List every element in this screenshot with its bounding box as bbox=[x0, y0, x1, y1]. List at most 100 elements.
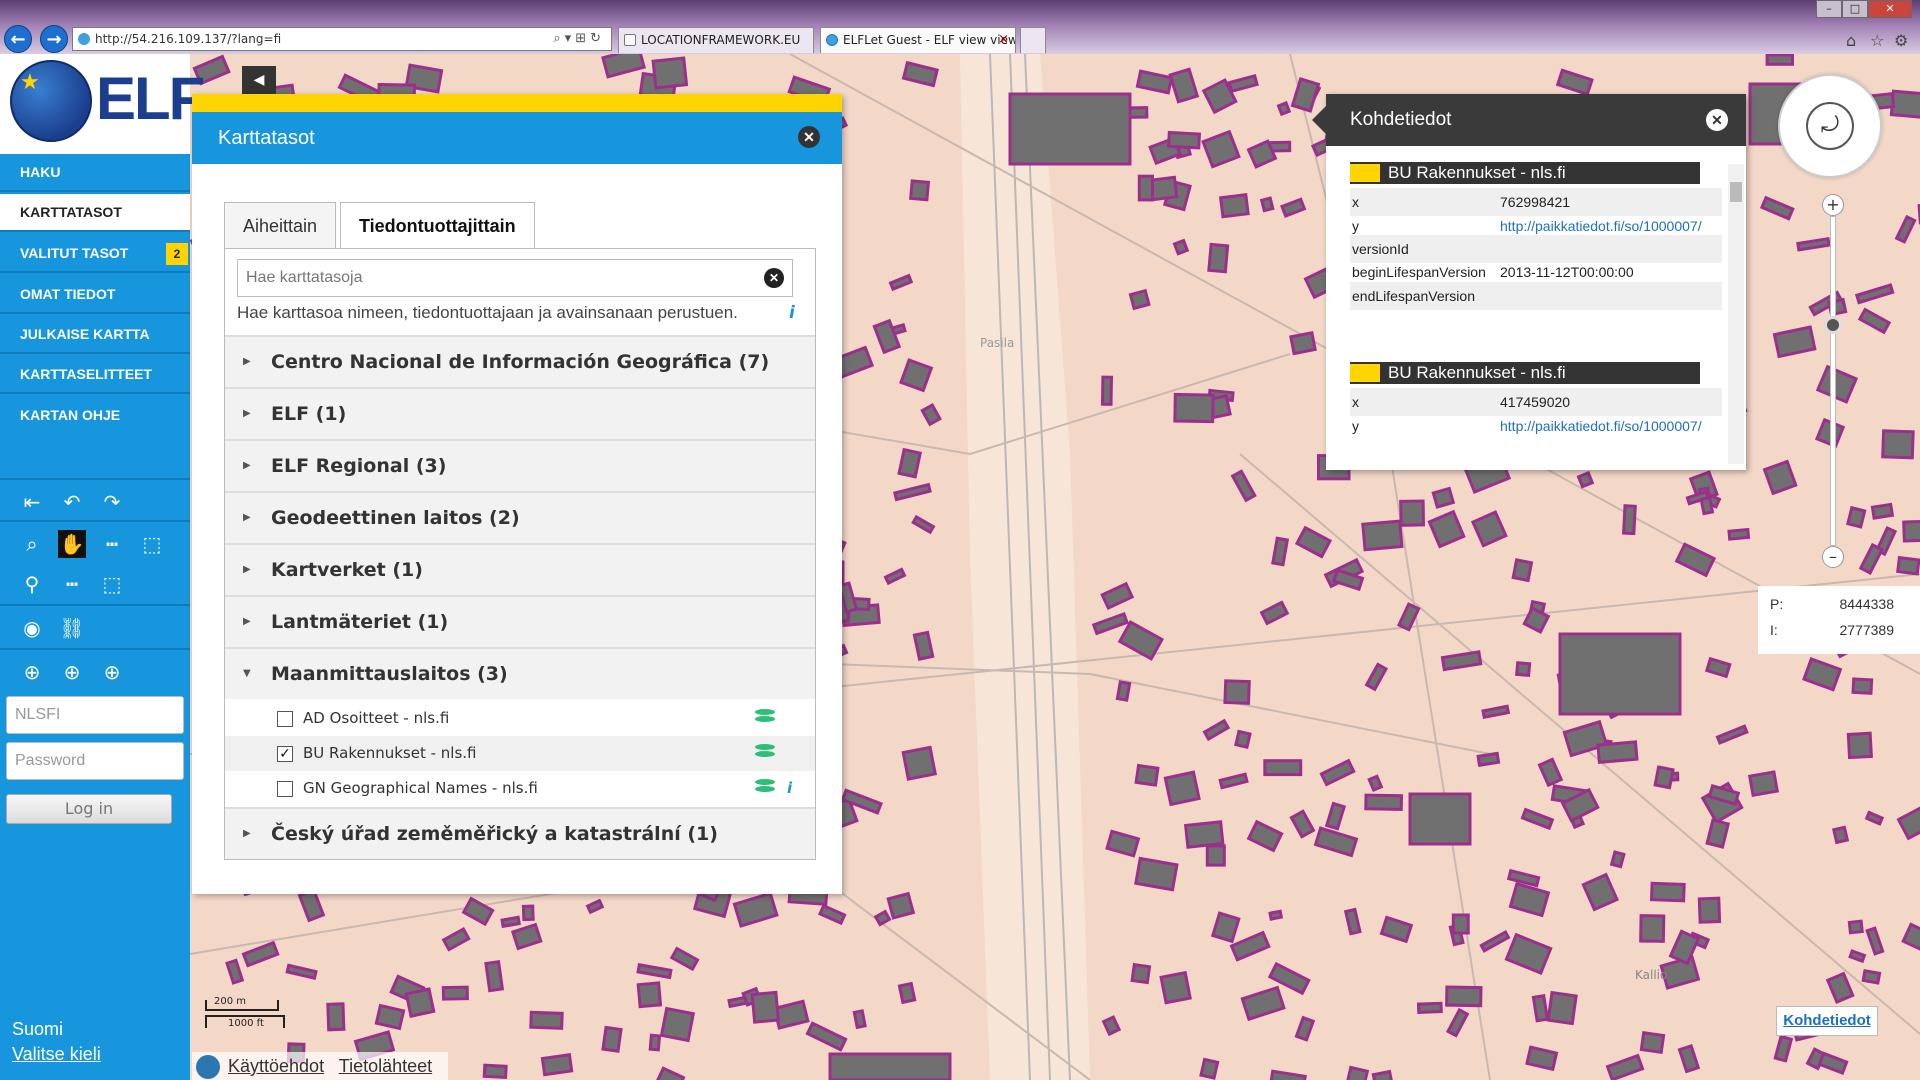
building bbox=[1364, 793, 1404, 811]
building bbox=[1865, 926, 1885, 956]
group-label: Kartverket (1) bbox=[271, 559, 423, 581]
group-cuzk[interactable]: ▶ Český úřad zeměměřický a katastrální (1… bbox=[225, 807, 815, 859]
layer-checkbox[interactable] bbox=[277, 711, 293, 727]
redo-icon[interactable]: ↷ bbox=[98, 488, 126, 516]
feature-layer-name: BU Rakennukset - nls.fi bbox=[1388, 163, 1566, 182]
collapse-arrow-icon: ▼ bbox=[243, 668, 251, 679]
tab-aiheittain[interactable]: Aiheittain bbox=[224, 202, 337, 248]
sidebar-item-haku[interactable]: HAKU bbox=[0, 154, 190, 192]
building bbox=[901, 60, 940, 88]
new-tab-button[interactable] bbox=[1020, 27, 1046, 53]
terms-link[interactable]: Käyttöehdot bbox=[228, 1056, 324, 1076]
sidebar-item-karttatasot[interactable]: KARTTATASOT bbox=[0, 194, 190, 232]
zoom-slider[interactable] bbox=[1830, 216, 1836, 546]
camera-icon[interactable]: ◉ bbox=[18, 614, 46, 642]
page-icon bbox=[826, 34, 838, 46]
search-input[interactable]: Hae karttatasoja ✕ bbox=[237, 259, 793, 297]
building bbox=[1364, 662, 1389, 692]
back-button[interactable]: ← bbox=[4, 25, 32, 53]
building bbox=[1817, 1051, 1849, 1076]
group-maanmittauslaitos[interactable]: ▼ Maanmittauslaitos (3) bbox=[225, 647, 815, 699]
draw-area-icon[interactable]: ⬚ bbox=[98, 570, 126, 598]
selected-count-badge: 2 bbox=[166, 243, 188, 265]
feature-key: endLifespanVersion bbox=[1352, 288, 1475, 304]
login-button[interactable]: Log in bbox=[6, 794, 172, 824]
sources-link[interactable]: Tietolähteet bbox=[339, 1056, 432, 1076]
feature-value-link[interactable]: http://paikkatiedot.fi/so/1000007/ bbox=[1500, 412, 1702, 440]
tab-tiedontuottajittain[interactable]: Tiedontuottajittain bbox=[340, 202, 535, 249]
pan-compass[interactable]: ⤾ bbox=[1778, 74, 1882, 178]
sidebar-item-kartan-ohje[interactable]: KARTAN OHJE bbox=[0, 397, 190, 435]
pan-hand-icon[interactable]: ✋ bbox=[58, 530, 86, 558]
scrollbar-thumb[interactable] bbox=[1730, 182, 1742, 202]
forward-button[interactable]: → bbox=[40, 25, 68, 53]
clear-search-icon[interactable]: ✕ bbox=[764, 268, 784, 288]
link-icon[interactable]: ⛓ bbox=[58, 614, 86, 642]
collapse-panel-button[interactable]: ◀ bbox=[242, 66, 276, 94]
building bbox=[669, 946, 700, 972]
building bbox=[1276, 101, 1292, 117]
map-label-kallio: Kallio bbox=[1635, 968, 1668, 982]
add-area-icon[interactable]: ⊕ bbox=[98, 658, 126, 686]
group-kartverket[interactable]: ▶ Kartverket (1) bbox=[225, 543, 815, 595]
layer-checkbox-checked[interactable]: ✓ bbox=[277, 746, 293, 762]
sidebar-item-valitut-tasot[interactable]: VALITUT TASOT 2 bbox=[0, 235, 190, 273]
add-line-icon[interactable]: ⊕ bbox=[58, 658, 86, 686]
password-field[interactable]: Password bbox=[6, 742, 184, 780]
group-elf[interactable]: ▶ ELF (1) bbox=[225, 387, 815, 439]
building bbox=[1091, 611, 1129, 636]
info-icon[interactable]: i bbox=[789, 303, 795, 323]
minimize-icon[interactable]: – bbox=[1816, 0, 1842, 18]
building bbox=[1379, 915, 1414, 944]
building bbox=[873, 909, 892, 927]
close-tab-icon[interactable]: × bbox=[998, 28, 1009, 52]
address-bar[interactable]: http://54.216.109.137/?lang=fi ⌕▾⊞↻ bbox=[72, 27, 612, 51]
building bbox=[1345, 1065, 1370, 1080]
building bbox=[1845, 505, 1867, 529]
close-window-icon[interactable]: ✕ bbox=[1868, 0, 1912, 18]
info-icon[interactable]: i bbox=[787, 771, 792, 806]
close-icon[interactable]: ✕ bbox=[1706, 109, 1728, 131]
building bbox=[1576, 470, 1595, 489]
username-field[interactable]: NLSFI bbox=[6, 696, 184, 734]
group-lantmateriet[interactable]: ▶ Lantmäteriet (1) bbox=[225, 595, 815, 647]
reset-view-icon[interactable]: ⇤ bbox=[18, 488, 46, 516]
reset-view-icon[interactable]: ⤾ bbox=[1806, 102, 1854, 150]
group-cnig[interactable]: ▶ Centro Nacional de Información Geográfi… bbox=[225, 335, 815, 387]
building bbox=[1825, 971, 1855, 1004]
marker-icon[interactable]: ⚲ bbox=[18, 570, 46, 598]
building bbox=[1537, 757, 1564, 788]
measure-line-icon[interactable]: ┅ bbox=[98, 530, 126, 558]
address-tools-icon[interactable]: ⌕▾⊞↻ bbox=[553, 28, 605, 50]
feature-info-button[interactable]: Kohdetiedot bbox=[1776, 1006, 1878, 1036]
settings-icon[interactable]: ⚙ bbox=[1894, 31, 1908, 50]
sidebar-item-julkaise-kartta[interactable]: JULKAISE KARTTA bbox=[0, 316, 190, 354]
group-elf-regional[interactable]: ▶ ELF Regional (3) bbox=[225, 439, 815, 491]
building bbox=[1227, 73, 1259, 94]
zoom-slider-handle[interactable] bbox=[1824, 316, 1842, 334]
measure-area-icon[interactable]: ⬚ bbox=[138, 530, 166, 558]
add-point-icon[interactable]: ⊕ bbox=[18, 658, 46, 686]
feature-key: beginLifespanVersion bbox=[1352, 264, 1486, 280]
expand-arrow-icon: ▶ bbox=[243, 512, 251, 523]
sidebar-item-label: HAKU bbox=[20, 164, 61, 180]
change-language-link[interactable]: Valitse kieli bbox=[12, 1044, 101, 1065]
building bbox=[732, 891, 779, 928]
draw-line-icon[interactable]: ┅ bbox=[58, 570, 86, 598]
browser-tab-1[interactable]: LOCATIONFRAMEWORK.EU bbox=[618, 27, 814, 53]
close-icon[interactable]: ✕ bbox=[798, 126, 820, 148]
zoom-in-button[interactable]: + bbox=[1822, 194, 1844, 216]
home-icon[interactable]: ⌂ bbox=[1846, 31, 1856, 50]
zoom-out-button[interactable]: – bbox=[1822, 546, 1844, 568]
favorites-icon[interactable]: ☆ bbox=[1870, 31, 1884, 50]
undo-icon[interactable]: ↶ bbox=[58, 488, 86, 516]
sidebar-item-omat-tiedot[interactable]: OMAT TIEDOT bbox=[0, 276, 190, 314]
zoom-box-icon[interactable]: ⌕ bbox=[18, 530, 46, 558]
layer-checkbox[interactable] bbox=[277, 781, 293, 797]
sidebar-item-karttaselitteet[interactable]: KARTTASELITTEET bbox=[0, 356, 190, 394]
expand-arrow-icon: ▶ bbox=[243, 356, 251, 367]
group-geodeettinen-laitos[interactable]: ▶ Geodeettinen laitos (2) bbox=[225, 491, 815, 543]
maximize-icon[interactable]: □ bbox=[1842, 0, 1868, 18]
popup-scrollbar[interactable] bbox=[1728, 164, 1744, 464]
browser-tab-2[interactable]: ELFLet Guest - ELF view view × bbox=[820, 27, 1016, 53]
